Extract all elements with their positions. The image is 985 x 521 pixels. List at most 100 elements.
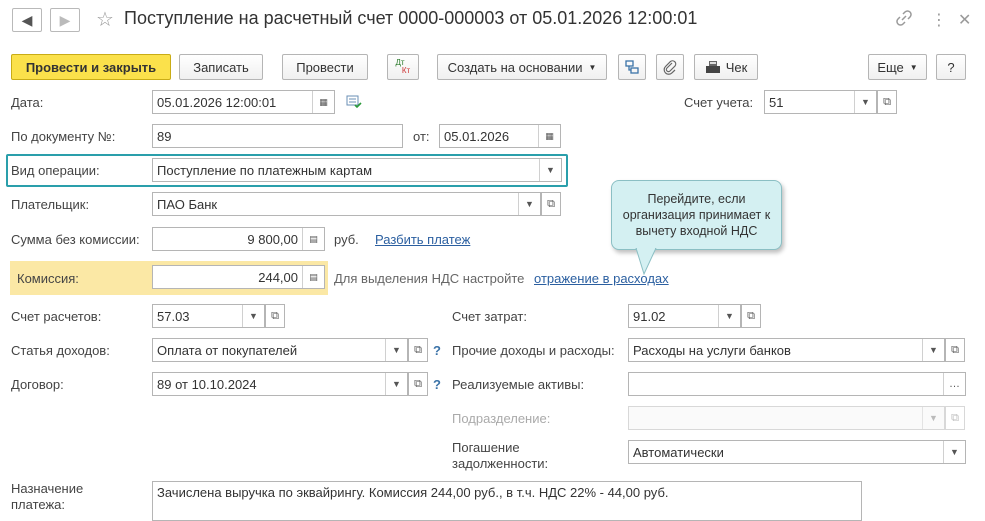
structure-icon	[625, 60, 639, 74]
division-label: Подразделение:	[452, 411, 551, 426]
open-icon[interactable]: ⧉	[945, 406, 965, 430]
chevron-down-icon[interactable]: ▼	[242, 305, 264, 327]
chevron-down-icon[interactable]: ▼	[518, 193, 540, 215]
attach-button[interactable]	[656, 54, 684, 80]
split-payment-link[interactable]: Разбить платеж	[375, 232, 470, 247]
back-button[interactable]: ◀	[12, 8, 42, 32]
payer-label: Плательщик:	[11, 197, 90, 212]
structure-button[interactable]	[618, 54, 646, 80]
amount-field[interactable]: 9 800,00 ▤	[152, 227, 325, 251]
kt-label: Кт	[401, 66, 411, 75]
chevron-down-icon[interactable]: ▼	[718, 305, 740, 327]
calculator-icon[interactable]: ▤	[302, 266, 324, 288]
window-title: Поступление на расчетный счет 0000-00000…	[124, 8, 698, 28]
more-button[interactable]: Еще ▼	[868, 54, 927, 80]
calculator-icon[interactable]: ▤	[302, 228, 324, 250]
arrow-right-icon: ▶	[59, 11, 71, 28]
chevron-down-icon[interactable]: ▼	[943, 441, 965, 463]
cost-account-value: 91.02	[633, 308, 666, 324]
debt-repayment-field[interactable]: Автоматически ▼	[628, 440, 966, 464]
division-field[interactable]: ▼	[628, 406, 945, 430]
amount-value: 9 800,00	[247, 231, 298, 247]
date-field[interactable]: 05.01.2026 12:00:01 ▦	[152, 90, 335, 114]
currency-label: руб.	[334, 232, 359, 247]
receipt-button[interactable]: Чек	[694, 54, 758, 80]
other-income-label: Прочие доходы и расходы:	[452, 343, 615, 358]
open-icon[interactable]: ⧉	[877, 90, 897, 114]
from-label: от:	[413, 129, 430, 144]
open-icon[interactable]: ⧉	[265, 304, 285, 328]
date-value: 05.01.2026 12:00:01	[157, 94, 277, 110]
income-item-value: Оплата от покупателей	[157, 342, 298, 358]
chevron-down-icon: ▼	[909, 62, 918, 72]
open-icon[interactable]: ⧉	[945, 338, 965, 362]
account-field[interactable]: 51 ▼	[764, 90, 877, 114]
tooltip-text: Перейдите, если организация принимает к …	[622, 192, 771, 238]
date-label: Дата:	[11, 95, 44, 110]
help-button[interactable]: ?	[936, 54, 966, 80]
ellipsis-icon[interactable]: …	[943, 373, 965, 395]
chevron-down-icon[interactable]: ▼	[922, 339, 944, 361]
income-item-field[interactable]: Оплата от покупателей ▼	[152, 338, 408, 362]
debt-label-line1: Погашение	[452, 440, 520, 455]
link-icon[interactable]	[896, 10, 912, 31]
close-icon[interactable]: ✕	[958, 10, 971, 30]
help-question-icon[interactable]: ?	[433, 377, 441, 392]
other-income-field[interactable]: Расходы на услуги банков ▼	[628, 338, 945, 362]
amount-label: Сумма без комиссии:	[11, 232, 140, 247]
receipt-label: Чек	[725, 59, 748, 75]
document-status-icon	[346, 95, 362, 112]
payment-purpose-textarea[interactable]: Зачислена выручка по эквайрингу. Комисси…	[152, 481, 862, 521]
star-icon[interactable]: ☆	[96, 7, 114, 32]
post-button[interactable]: Провести	[282, 54, 368, 80]
vat-hint: Для выделения НДС настройте	[334, 271, 525, 286]
create-based-on-label: Создать на основании	[447, 59, 583, 75]
purpose-label-line1: Назначение	[11, 481, 84, 496]
doc-number-field[interactable]: 89	[152, 124, 403, 148]
create-based-on-button[interactable]: Создать на основании ▼	[437, 54, 607, 80]
cost-account-label: Счет затрат:	[452, 309, 527, 324]
vat-tooltip: Перейдите, если организация принимает к …	[611, 180, 782, 250]
forward-button[interactable]: ▶	[50, 8, 80, 32]
contract-value: 89 от 10.10.2024	[157, 376, 257, 392]
account-label: Счет учета:	[684, 95, 754, 110]
contract-label: Договор:	[11, 377, 64, 392]
expense-reflection-link[interactable]: отражение в расходах	[534, 271, 669, 286]
operation-field[interactable]: Поступление по платежным картам ▼	[152, 158, 562, 182]
dt-kt-button[interactable]: Дт Кт	[387, 54, 419, 80]
settlement-account-label: Счет расчетов:	[11, 309, 102, 324]
post-and-close-button[interactable]: Провести и закрыть	[11, 54, 171, 80]
calendar-icon[interactable]: ▦	[538, 125, 560, 147]
arrow-left-icon: ◀	[21, 11, 33, 28]
open-icon[interactable]: ⧉	[408, 338, 428, 362]
contract-field[interactable]: 89 от 10.10.2024 ▼	[152, 372, 408, 396]
assets-label: Реализуемые активы:	[452, 377, 585, 392]
from-date-field[interactable]: 05.01.2026 ▦	[439, 124, 561, 148]
open-icon[interactable]: ⧉	[741, 304, 761, 328]
more-vertical-icon[interactable]: ⋮	[931, 10, 947, 30]
settlement-account-value: 57.03	[157, 308, 190, 324]
calendar-icon[interactable]: ▦	[312, 91, 334, 113]
chevron-down-icon[interactable]: ▼	[385, 373, 407, 395]
settlement-account-field[interactable]: 57.03 ▼	[152, 304, 265, 328]
chevron-down-icon[interactable]: ▼	[539, 159, 561, 181]
paperclip-icon	[663, 60, 677, 75]
debt-label-line2: задолженности:	[452, 456, 549, 471]
income-item-label: Статья доходов:	[11, 343, 110, 358]
save-button[interactable]: Записать	[179, 54, 263, 80]
commission-value: 244,00	[258, 269, 298, 285]
assets-field[interactable]: …	[628, 372, 966, 396]
commission-label: Комиссия:	[17, 271, 79, 286]
cost-account-field[interactable]: 91.02 ▼	[628, 304, 741, 328]
operation-label: Вид операции:	[11, 163, 100, 178]
help-question-icon[interactable]: ?	[433, 343, 441, 358]
payer-field[interactable]: ПАО Банк ▼	[152, 192, 541, 216]
open-icon[interactable]: ⧉	[408, 372, 428, 396]
other-income-value: Расходы на услуги банков	[633, 342, 791, 358]
open-icon[interactable]: ⧉	[541, 192, 561, 216]
cash-register-icon	[705, 61, 720, 73]
chevron-down-icon[interactable]: ▼	[385, 339, 407, 361]
chevron-down-icon[interactable]: ▼	[854, 91, 876, 113]
commission-field[interactable]: 244,00 ▤	[152, 265, 325, 289]
chevron-down-icon[interactable]: ▼	[922, 407, 944, 429]
